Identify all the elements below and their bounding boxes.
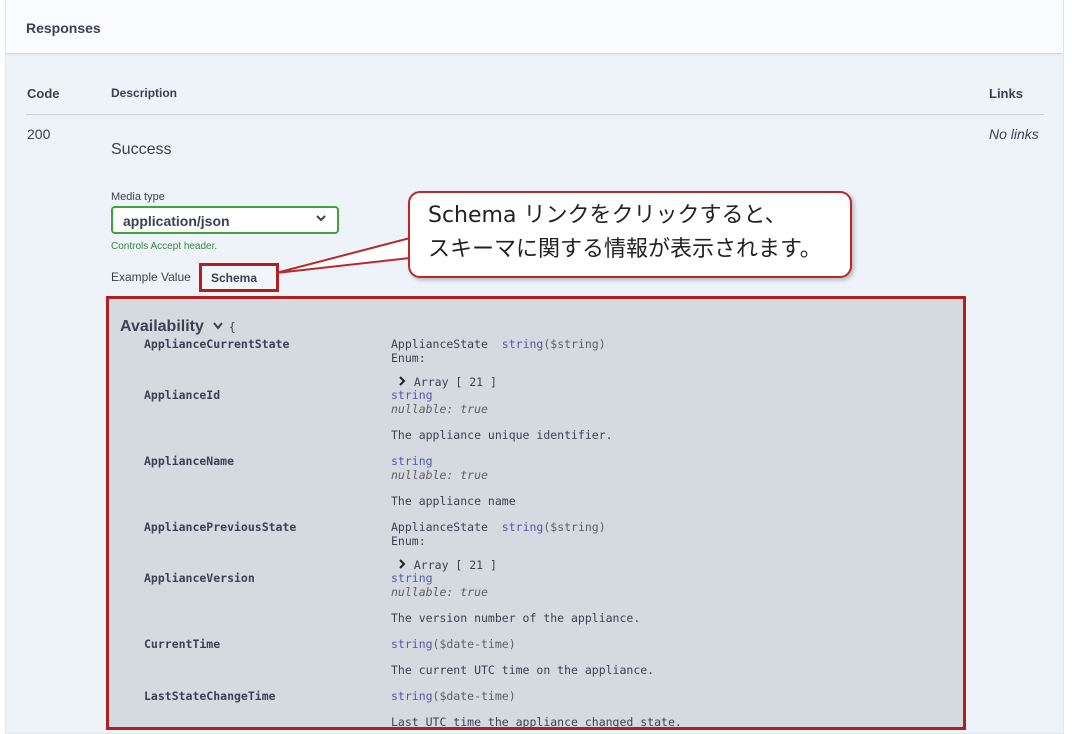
- prop-name: LastStateChangeTime: [144, 689, 276, 703]
- prop-detail: ApplianceState string($string) Enum: Arr…: [391, 520, 606, 572]
- model-title[interactable]: Availability {: [120, 318, 236, 336]
- chevron-right-icon: [398, 375, 407, 389]
- prop-name: ApplianceName: [144, 454, 235, 468]
- prop-description: The appliance name: [391, 494, 516, 508]
- prop-detail: ApplianceState string($string) Enum: Arr…: [391, 337, 606, 389]
- prop-nullable: nullable: true: [391, 402, 488, 416]
- prop-detail: string nullable: true The version number…: [391, 571, 640, 625]
- prop-enum-label: Enum:: [391, 351, 426, 365]
- schema-model-box: Availability { ApplianceCurrentState App…: [106, 296, 966, 730]
- prop-detail: string nullable: true The appliance name: [391, 454, 516, 508]
- annotation-callout: Schema リンクをクリックすると、 スキーマに関する情報が表示されます。: [408, 191, 852, 278]
- prop-format: ($date-time): [432, 689, 516, 703]
- prop-type: string: [391, 571, 433, 585]
- prop-type: string: [501, 337, 544, 351]
- callout-line-1: Schema リンクをクリックすると、: [428, 203, 787, 228]
- prop-type: string: [391, 689, 433, 703]
- prop-type: string: [391, 388, 433, 402]
- prop-ref: ApplianceState: [391, 520, 488, 534]
- prop-description: The appliance unique identifier.: [391, 428, 613, 442]
- prop-type: string: [391, 454, 433, 468]
- prop-name: ApplianceVersion: [144, 571, 255, 585]
- chevron-right-icon: [398, 558, 407, 572]
- array-label: Array [ 21 ]: [413, 558, 497, 572]
- prop-detail: string($date-time) Last UTC time the app…: [391, 689, 682, 729]
- chevron-down-icon: [212, 318, 224, 336]
- prop-description: The version number of the appliance.: [391, 611, 641, 625]
- prop-nullable: nullable: true: [391, 585, 488, 599]
- prop-detail: string($date-time) The current UTC time …: [391, 637, 654, 677]
- prop-description: Last UTC time the appliance changed stat…: [391, 715, 682, 729]
- array-toggle[interactable]: Array [ 21 ]: [391, 375, 606, 389]
- model-name: Availability: [120, 318, 204, 335]
- prop-name: ApplianceId: [144, 388, 221, 402]
- prop-format: ($string): [543, 520, 606, 534]
- prop-format: ($string): [543, 337, 606, 351]
- prop-ref: ApplianceState: [391, 337, 488, 351]
- callout-line-2: スキーマに関する情報が表示されます。: [428, 237, 822, 262]
- prop-type: string: [391, 637, 433, 651]
- prop-nullable: nullable: true: [391, 468, 488, 482]
- model-open-brace: {: [228, 320, 236, 334]
- prop-detail: string nullable: true The appliance uniq…: [391, 388, 613, 442]
- prop-name: ApplianceCurrentState: [144, 337, 290, 351]
- array-toggle[interactable]: Array [ 21 ]: [391, 558, 606, 572]
- prop-type: string: [501, 520, 544, 534]
- prop-format: ($date-time): [432, 637, 516, 651]
- prop-enum-label: Enum:: [391, 534, 426, 548]
- array-label: Array [ 21 ]: [413, 375, 497, 389]
- prop-name: AppliancePreviousState: [144, 520, 297, 534]
- prop-name: CurrentTime: [144, 637, 221, 651]
- prop-description: The current UTC time on the appliance.: [391, 663, 655, 677]
